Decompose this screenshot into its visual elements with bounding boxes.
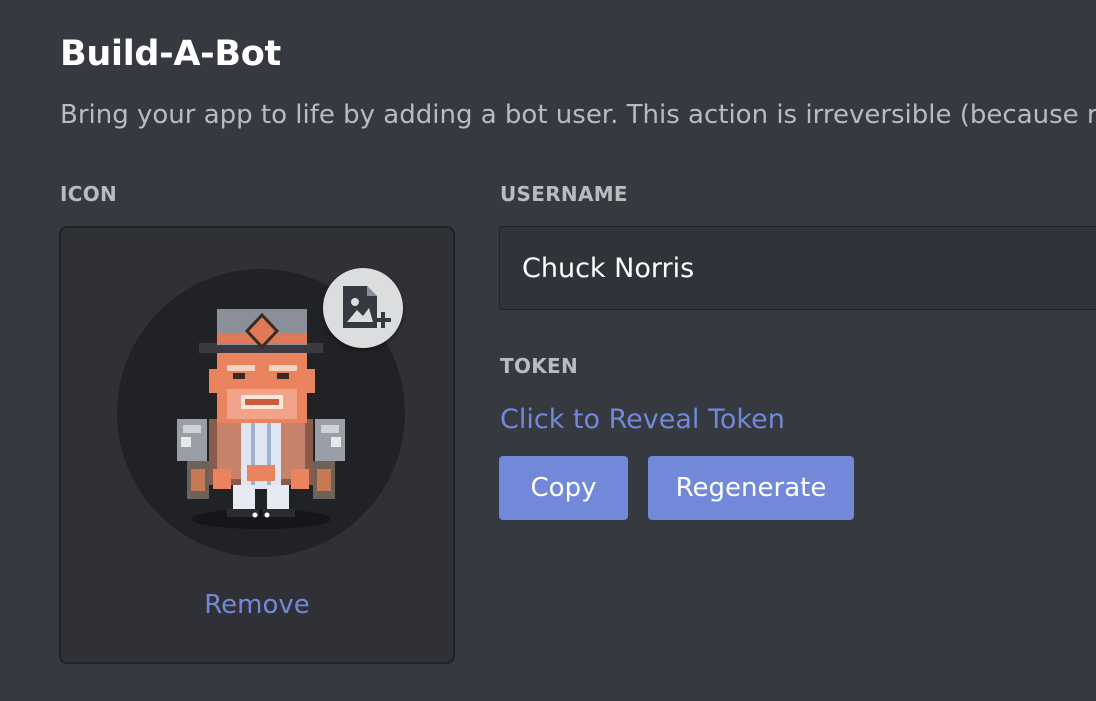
icon-upload-panel: Remove — [59, 226, 455, 664]
copy-token-button[interactable]: Copy — [499, 456, 628, 520]
add-image-icon[interactable] — [323, 268, 403, 348]
icon-label: ICON — [60, 182, 118, 206]
regenerate-token-button[interactable]: Regenerate — [648, 456, 854, 520]
bot-settings-page: Build-A-Bot Bring your app to life by ad… — [0, 0, 1096, 701]
page-description: Bring your app to life by adding a bot u… — [60, 100, 1096, 130]
add-image-glyph — [343, 286, 391, 328]
reveal-token-link[interactable]: Click to Reveal Token — [500, 404, 785, 435]
page-title: Build-A-Bot — [60, 34, 281, 74]
username-label: USERNAME — [500, 182, 628, 206]
username-input[interactable] — [499, 226, 1096, 310]
remove-icon-link[interactable]: Remove — [61, 590, 453, 620]
token-label: TOKEN — [500, 354, 579, 378]
